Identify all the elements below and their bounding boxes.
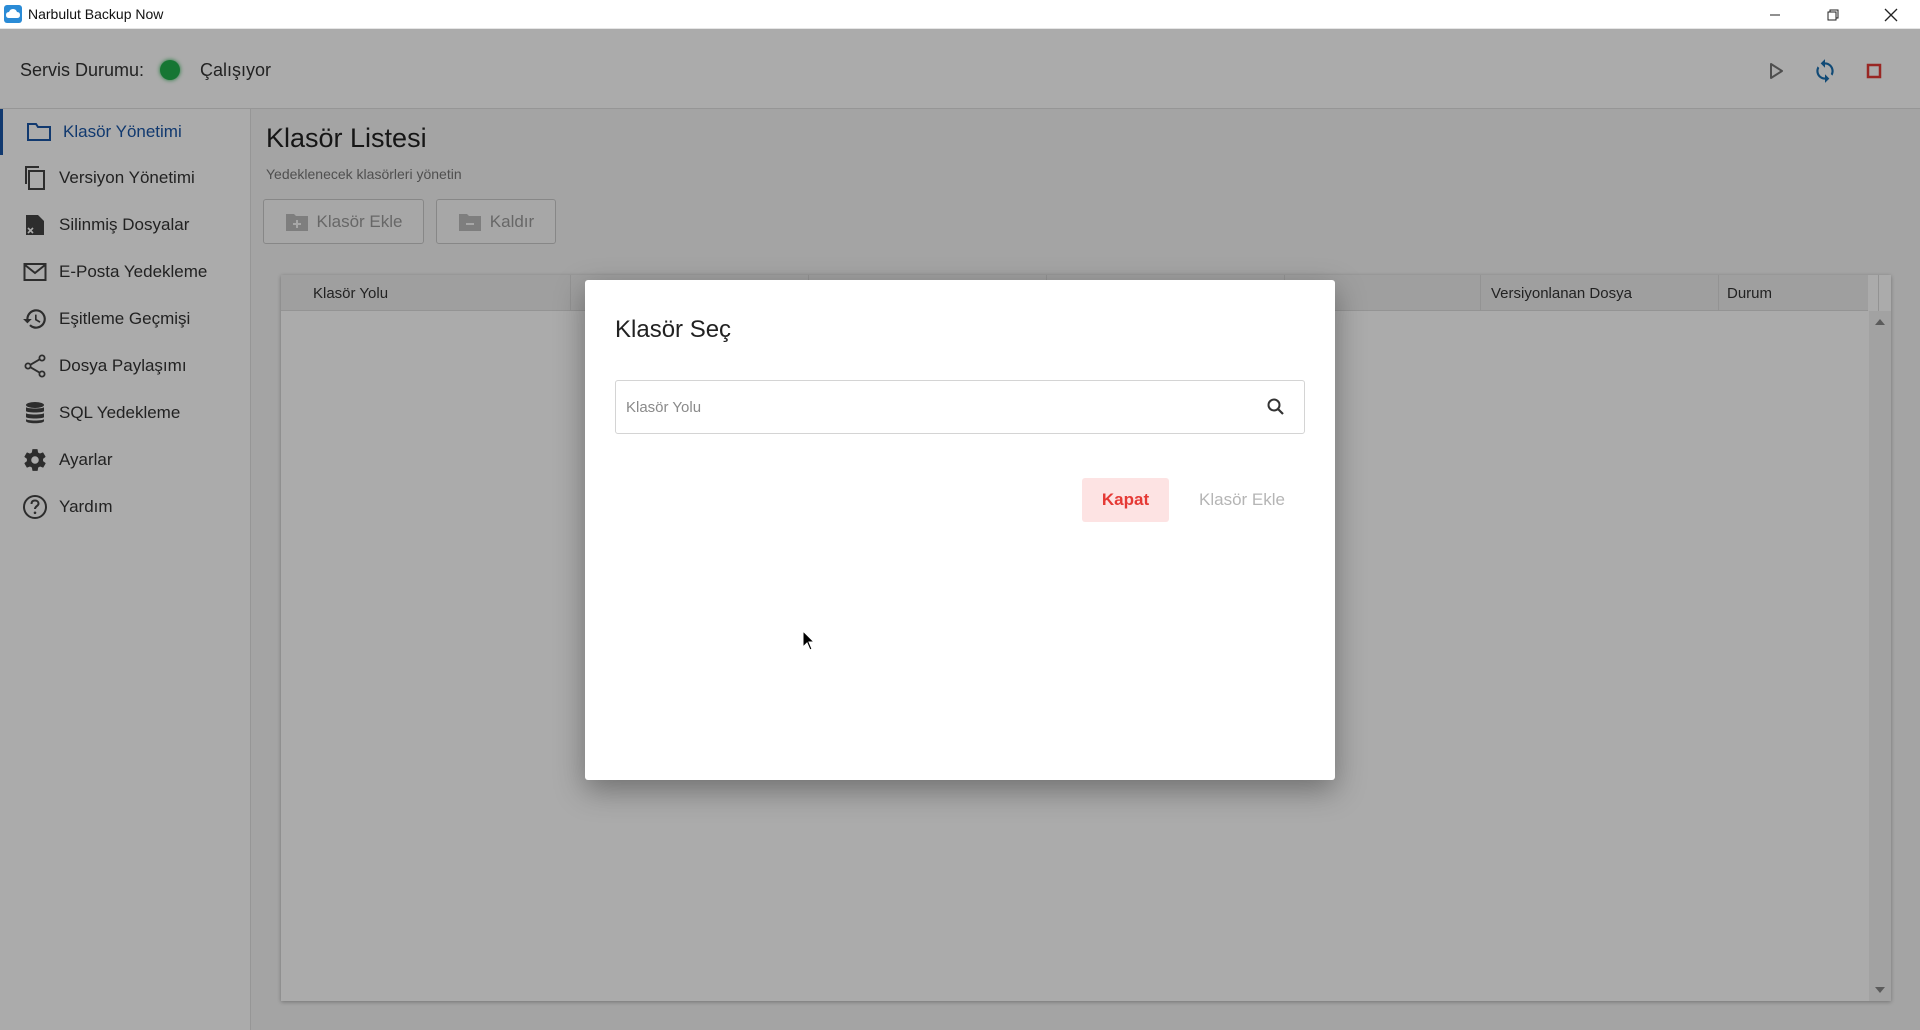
minimize-button[interactable] — [1746, 0, 1804, 29]
confirm-add-folder-button[interactable]: Klasör Ekle — [1187, 478, 1297, 522]
dialog-title: Klasör Seç — [615, 316, 732, 343]
restore-icon — [1827, 9, 1839, 20]
folder-path-field — [615, 380, 1305, 434]
close-dialog-button[interactable]: Kapat — [1082, 478, 1169, 522]
window-title: Narbulut Backup Now — [28, 6, 164, 22]
folder-path-input[interactable] — [616, 381, 1246, 433]
restore-button[interactable] — [1804, 0, 1862, 29]
app-logo-icon — [4, 5, 22, 23]
window-titlebar: Narbulut Backup Now — [0, 0, 1920, 29]
search-icon[interactable] — [1266, 397, 1286, 417]
minimize-icon — [1770, 14, 1780, 15]
close-window-button[interactable] — [1862, 0, 1920, 29]
select-folder-dialog: Klasör Seç Kapat Klasör Ekle — [585, 280, 1335, 780]
mouse-cursor-icon — [802, 630, 816, 651]
close-icon — [1884, 8, 1898, 21]
